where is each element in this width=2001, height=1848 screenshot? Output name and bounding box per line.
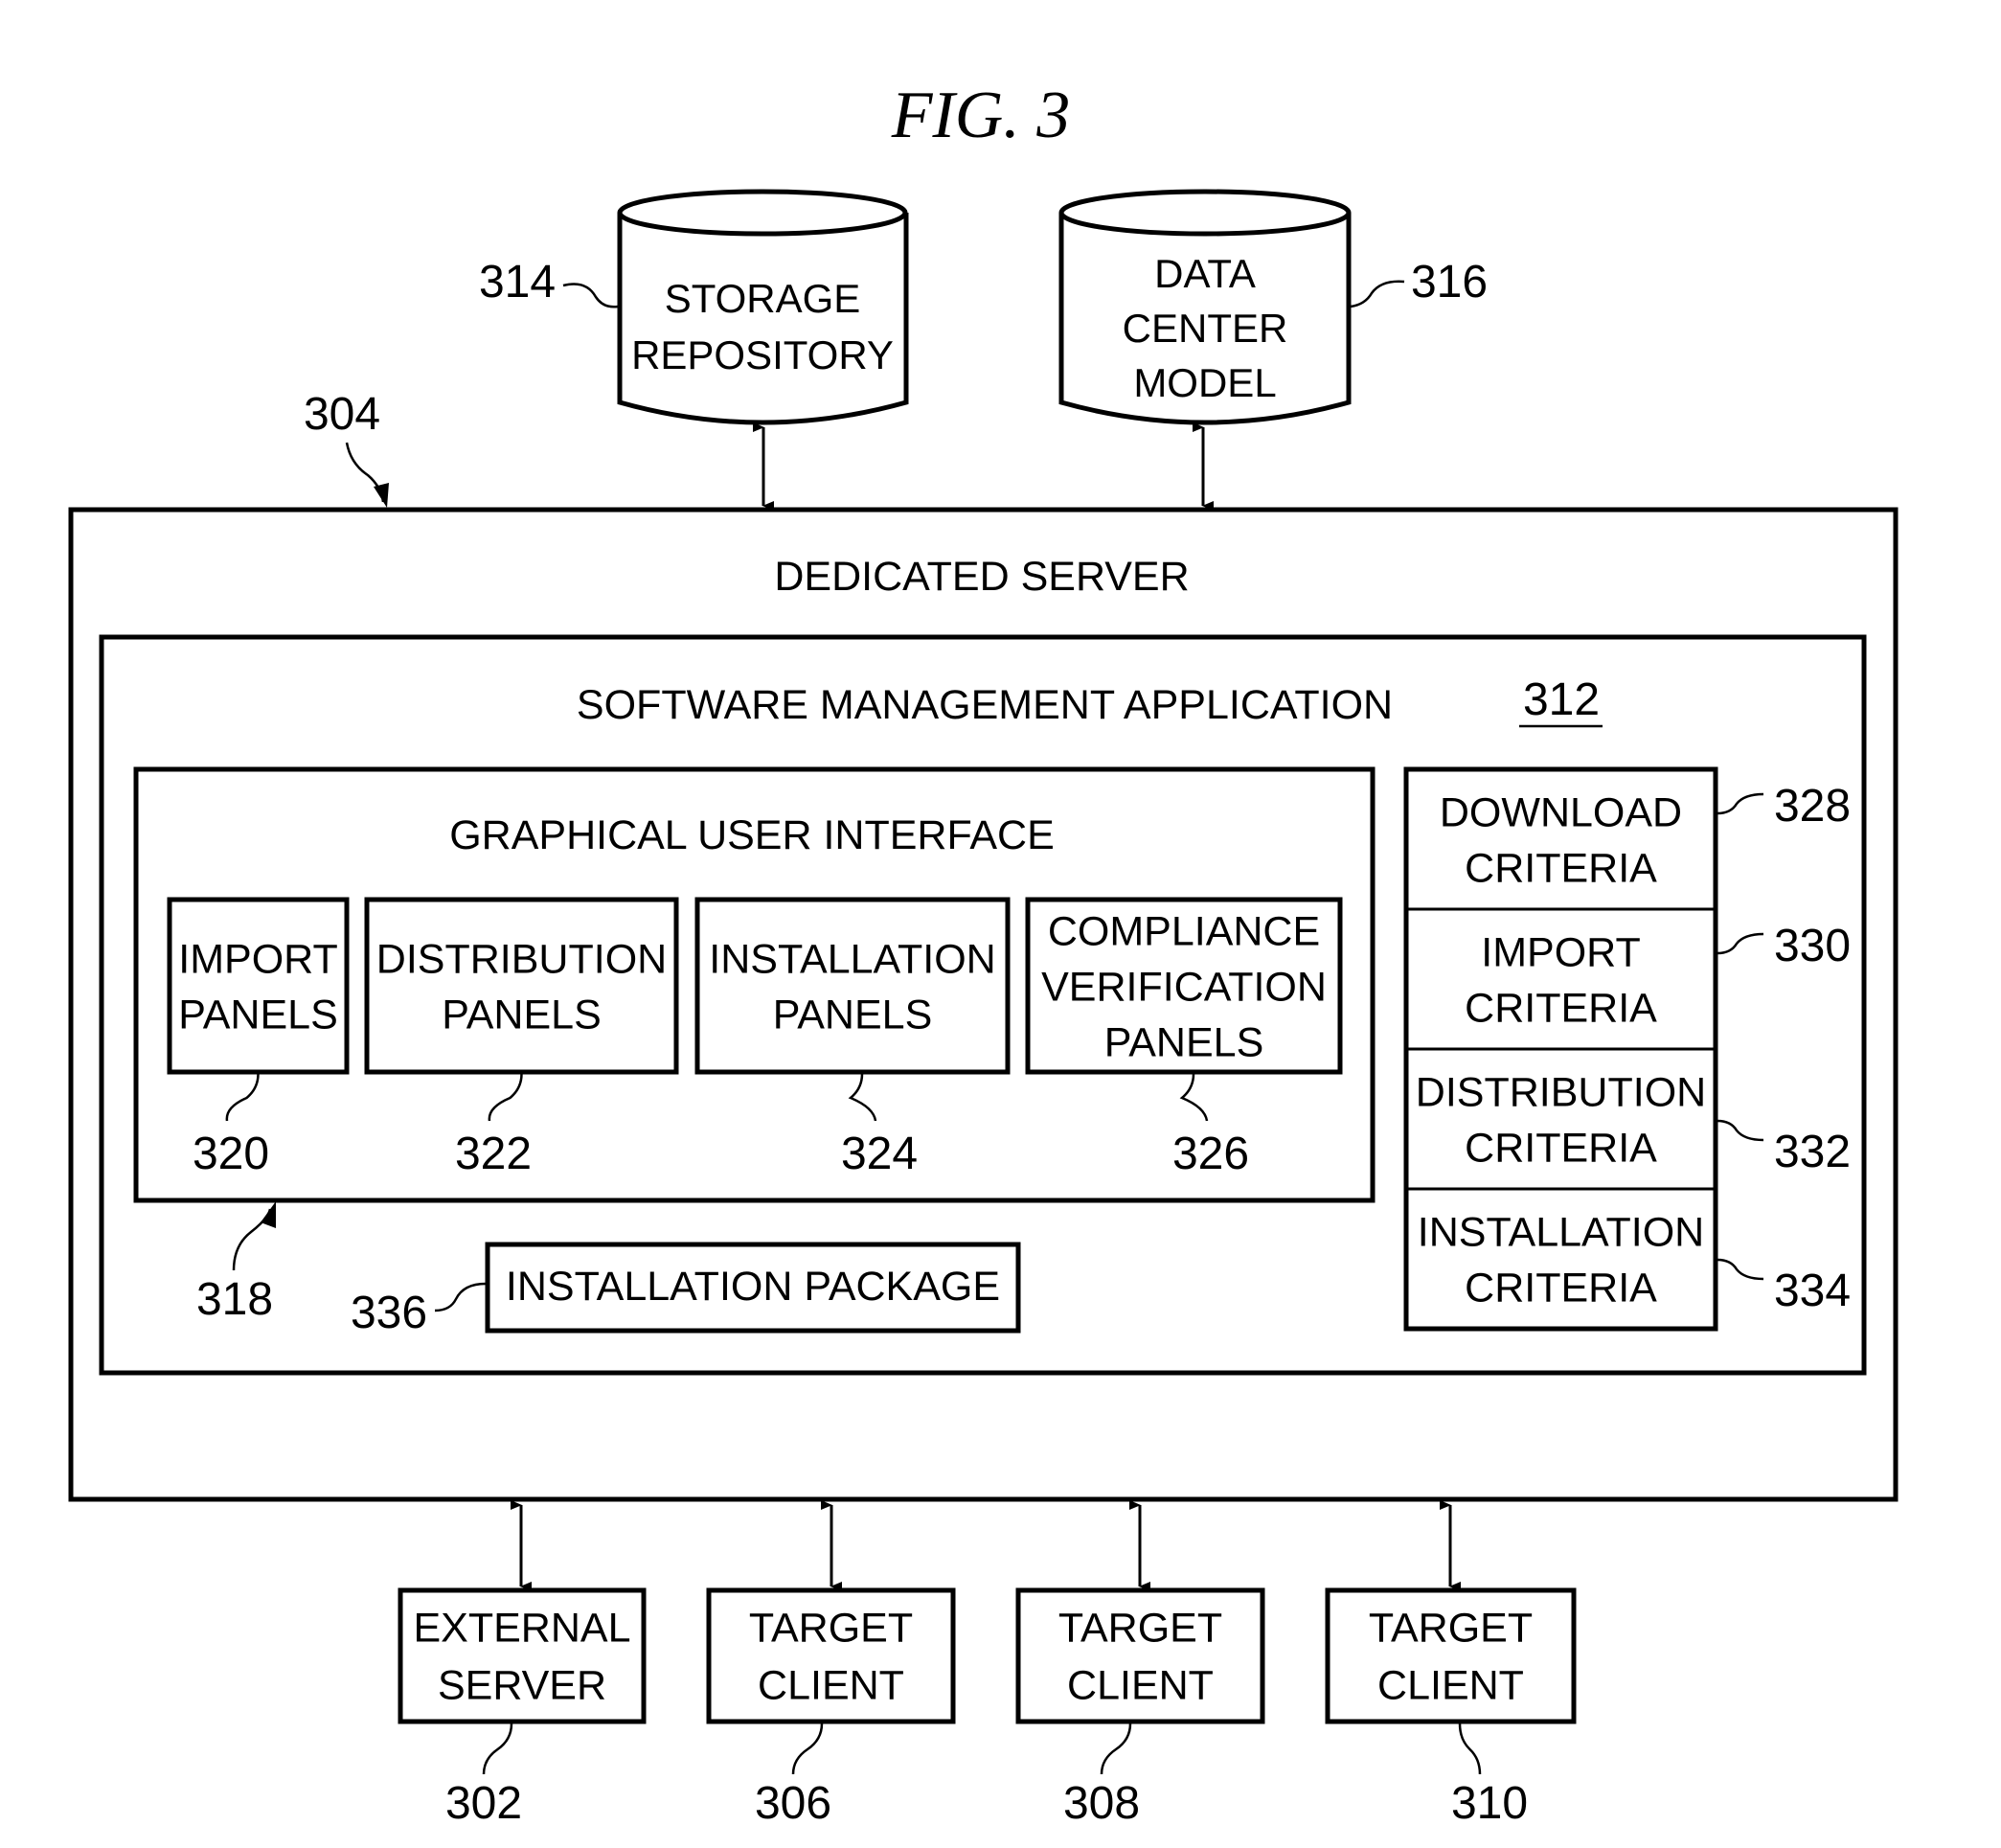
- ref-324: 324: [841, 1129, 918, 1179]
- gui-label: GRAPHICAL USER INTERFACE: [449, 812, 1055, 858]
- panel-box: [364, 897, 679, 1075]
- panel-label-line1: DISTRIBUTION: [376, 936, 667, 982]
- client-label-line2: CLIENT: [1067, 1662, 1214, 1708]
- client-306: TARGET CLIENT 306: [706, 1500, 956, 1829]
- panel-label-line2: PANELS: [178, 992, 338, 1038]
- data-center-model-cylinder: DATA CENTER MODEL: [1058, 189, 1352, 425]
- panel-label-line1: IMPORT: [178, 936, 337, 982]
- ref-332: 332: [1774, 1127, 1851, 1177]
- ref-330: 330: [1774, 921, 1851, 971]
- client-label-line1: TARGET: [1369, 1605, 1533, 1651]
- ref-306: 306: [755, 1778, 831, 1829]
- ref-302: 302: [445, 1778, 522, 1829]
- ref-312: 312: [1523, 674, 1600, 725]
- leader: [482, 1723, 513, 1775]
- leader-304-arrowhead: [374, 483, 389, 508]
- ref-328: 328: [1774, 781, 1851, 832]
- client-302: EXTERNAL SERVER 302: [398, 1500, 647, 1829]
- criteria-label-line2: CRITERIA: [1465, 985, 1657, 1031]
- ref-318: 318: [196, 1274, 273, 1325]
- panel-label-line1: INSTALLATION: [709, 936, 995, 982]
- software-management-app-label: SOFTWARE MANAGEMENT APPLICATION: [577, 682, 1393, 728]
- ref-336: 336: [351, 1288, 427, 1338]
- storage-repository-label-line1: STORAGE: [665, 276, 861, 321]
- ref-334: 334: [1774, 1266, 1851, 1316]
- client-label-line1: TARGET: [1058, 1605, 1222, 1651]
- ref-326: 326: [1172, 1129, 1249, 1179]
- leader: [1100, 1723, 1132, 1775]
- client-308: TARGET CLIENT 308: [1015, 1500, 1265, 1829]
- panel-label-line3: PANELS: [1104, 1019, 1264, 1065]
- ref-322: 322: [455, 1129, 532, 1179]
- criteria-label-line2: CRITERIA: [1465, 1125, 1657, 1171]
- client-label-line1: EXTERNAL: [413, 1605, 630, 1651]
- criteria-label-line1: IMPORT: [1481, 929, 1640, 975]
- ref-316: 316: [1411, 257, 1488, 308]
- ref-320: 320: [193, 1129, 269, 1179]
- figure-title: FIG. 3: [891, 79, 1071, 152]
- data-center-label-line1: DATA: [1154, 251, 1256, 296]
- ref-304: 304: [304, 389, 380, 440]
- client-label-line2: CLIENT: [758, 1662, 904, 1708]
- clients-row: EXTERNAL SERVER 302 TARGET CLIENT 306 TARGET CL…: [398, 1500, 1577, 1829]
- client-label-line1: TARGET: [749, 1605, 913, 1651]
- client-label-line2: SERVER: [438, 1662, 606, 1708]
- leader: [791, 1723, 824, 1775]
- installation-package-label: INSTALLATION PACKAGE: [506, 1264, 1000, 1310]
- fig3-diagram: FIG. 3 STORAGE REPOSITORY 314 DATA CENTE…: [68, 79, 1899, 1829]
- storage-repository-label-line2: REPOSITORY: [631, 332, 894, 377]
- panel-label-line1: COMPLIANCE: [1048, 908, 1320, 954]
- dedicated-server-label: DEDICATED SERVER: [774, 554, 1189, 600]
- leader: [1458, 1723, 1482, 1775]
- leader-314: [562, 283, 619, 308]
- data-center-label-line3: MODEL: [1133, 360, 1276, 405]
- ref-310: 310: [1451, 1778, 1528, 1829]
- criteria-label-line2: CRITERIA: [1465, 845, 1657, 891]
- panel-label-line2: PANELS: [773, 992, 933, 1038]
- leader-316: [1350, 280, 1405, 308]
- panel-box: [694, 897, 1011, 1075]
- criteria-label-line1: INSTALLATION: [1418, 1209, 1704, 1255]
- panel-box: [167, 897, 350, 1075]
- criteria-label-line1: DOWNLOAD: [1440, 789, 1682, 835]
- criteria-label-line1: DISTRIBUTION: [1416, 1069, 1706, 1115]
- client-label-line2: CLIENT: [1377, 1662, 1524, 1708]
- client-310: TARGET CLIENT 310: [1325, 1500, 1577, 1829]
- data-center-label-line2: CENTER: [1123, 306, 1288, 351]
- panel-label-line2: PANELS: [442, 992, 602, 1038]
- ref-314: 314: [479, 257, 556, 308]
- storage-repository-cylinder: STORAGE REPOSITORY: [617, 189, 909, 425]
- ref-308: 308: [1063, 1778, 1140, 1829]
- panel-label-line2: VERIFICATION: [1041, 964, 1327, 1010]
- criteria-label-line2: CRITERIA: [1465, 1265, 1657, 1311]
